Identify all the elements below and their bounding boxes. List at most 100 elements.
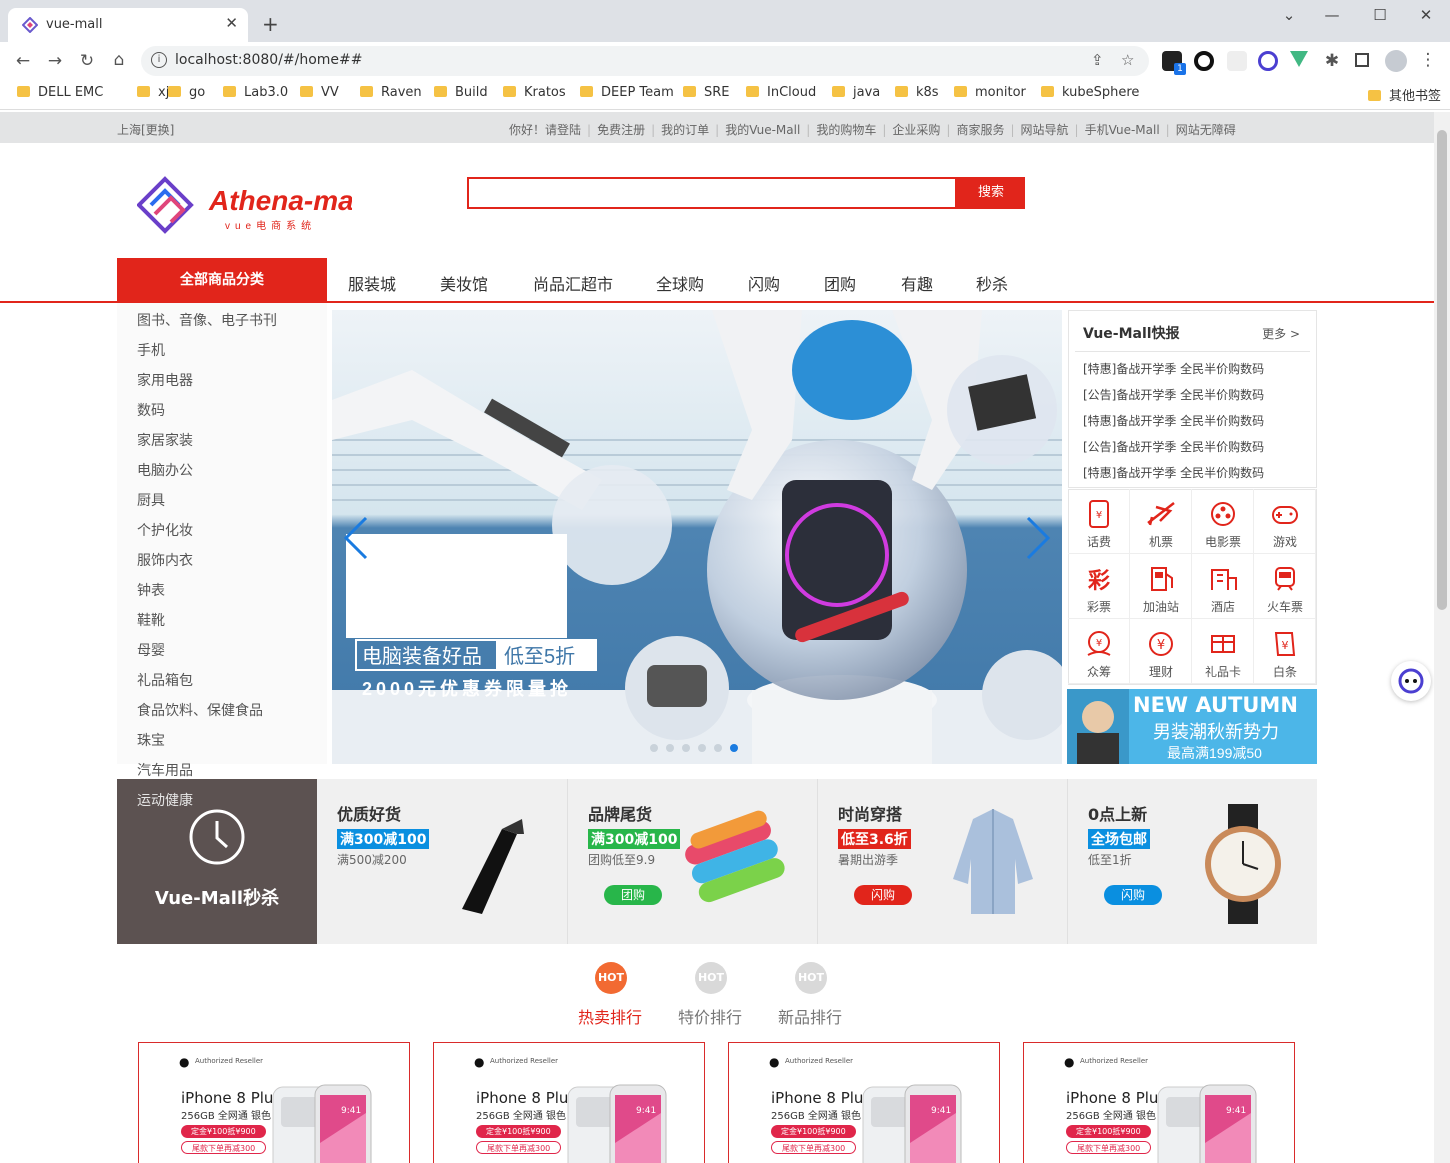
grid-extension-icon[interactable] [1227, 51, 1247, 71]
bookmark-incloud[interactable]: InCloud [746, 85, 816, 100]
reload-icon[interactable]: ↻ [75, 51, 99, 71]
category-item[interactable]: 家居家装 [137, 430, 193, 450]
category-item[interactable]: 汽车用品 [137, 760, 193, 780]
nav-item[interactable]: 秒杀 [976, 271, 1008, 295]
tab-close-icon[interactable]: ✕ [225, 14, 238, 32]
bookmark-java[interactable]: java [832, 85, 880, 100]
city-selector[interactable]: 上海[更换] [117, 121, 174, 138]
nav-item[interactable]: 闪购 [748, 271, 780, 295]
seckill-cell[interactable]: 时尚穿搭 低至3.6折 暑期出游季 闪购 [817, 779, 1067, 944]
topbar-link[interactable]: 我的Vue-Mall [725, 123, 800, 137]
service-train[interactable]: 火车票 [1254, 554, 1316, 619]
address-bar[interactable]: i localhost:8080/#/home## ⇪ ☆ [141, 46, 1149, 76]
nav-item[interactable]: 美妆馆 [440, 271, 488, 295]
puzzle-extensions-icon[interactable]: ✱ [1320, 51, 1344, 71]
bookmark-vv[interactable]: VV [300, 85, 339, 100]
carousel-dot[interactable] [650, 744, 658, 752]
service-finance[interactable]: ¥ 理财 [1130, 619, 1192, 684]
topbar-link[interactable]: 商家服务 [956, 123, 1004, 137]
product-card[interactable]: ● Authorized Reseller iPhone 8 Plus 256GB 全… [1023, 1042, 1295, 1163]
carousel-dot[interactable] [714, 744, 722, 752]
carousel-next-icon[interactable] [1022, 515, 1052, 561]
category-item[interactable]: 个护化妆 [137, 520, 193, 540]
service-credit[interactable]: ¥ 白条 [1254, 619, 1316, 684]
topbar-link[interactable]: 我的购物车 [816, 123, 876, 137]
vue-devtools-icon[interactable] [1290, 51, 1308, 67]
carousel-dot[interactable] [698, 744, 706, 752]
news-item[interactable]: [特惠]备战开学季 全民半价购数码 [1083, 412, 1264, 429]
nav-item[interactable]: 团购 [824, 271, 856, 295]
topbar-link[interactable]: 网站无障碍 [1176, 123, 1236, 137]
seckill-cell[interactable]: 品牌尾货 满300减100 团购低至9.9 团购 [567, 779, 817, 944]
bot-extension-icon[interactable] [1258, 51, 1278, 71]
service-gift-card[interactable]: 礼品卡 [1192, 619, 1254, 684]
search-button[interactable]: 搜索 [957, 177, 1025, 209]
bookmark-k8s[interactable]: k8s [895, 85, 939, 100]
category-item[interactable]: 服饰内衣 [137, 550, 193, 570]
seckill-cell[interactable]: 优质好货 满300减100 满500减200 [317, 779, 567, 944]
nav-item[interactable]: 服装城 [348, 271, 396, 295]
topbar-link[interactable]: 你好！请登陆 [509, 123, 581, 137]
side-panel-icon[interactable] [1355, 53, 1369, 67]
all-categories-button[interactable]: 全部商品分类 [117, 258, 327, 302]
product-card[interactable]: ● Authorized Reseller iPhone 8 Plus 256GB 全… [138, 1042, 410, 1163]
topbar-link[interactable]: 企业采购 [892, 123, 940, 137]
service-crowdfund[interactable]: ¥ 众筹 [1068, 619, 1130, 684]
home-icon[interactable]: ⌂ [107, 50, 131, 70]
category-item[interactable]: 运动健康 [137, 790, 193, 810]
browser-tab[interactable]: vue-mall ✕ [8, 8, 248, 42]
service-lottery[interactable]: 彩彩票 [1068, 554, 1130, 619]
autumn-promo-ad[interactable]: NEW AUTUMN 男装潮秋新势力 最高满199减50 [1067, 689, 1317, 764]
service-hotel[interactable]: 酒店 [1192, 554, 1254, 619]
bookmark-lab3-0[interactable]: Lab3.0 [223, 85, 288, 100]
minimize-icon[interactable]: — [1317, 6, 1347, 24]
service-airplane[interactable]: 机票 [1130, 489, 1192, 554]
share-icon[interactable]: ⇪ [1091, 51, 1104, 69]
product-card[interactable]: ● Authorized Reseller iPhone 8 Plus 256GB 全… [433, 1042, 705, 1163]
topbar-link[interactable]: 手机Vue-Mall [1085, 123, 1160, 137]
topbar-link[interactable]: 免费注册 [597, 123, 645, 137]
service-film-reel[interactable]: 电影票 [1192, 489, 1254, 554]
bookmark-raven[interactable]: Raven [360, 85, 422, 100]
nav-item[interactable]: 尚品汇超市 [533, 271, 613, 295]
category-item[interactable]: 厨具 [137, 490, 165, 510]
window-close-icon[interactable]: ✕ [1411, 6, 1441, 24]
bookmark-sre[interactable]: SRE [683, 85, 730, 100]
nav-item[interactable]: 全球购 [656, 271, 704, 295]
category-item[interactable]: 数码 [137, 400, 165, 420]
back-arrow-icon[interactable]: ← [11, 51, 35, 71]
address-url[interactable]: localhost:8080/#/home## [175, 52, 363, 68]
browser-menu-icon[interactable]: ⋮ [1416, 50, 1440, 70]
site-info-icon[interactable]: i [151, 52, 167, 68]
category-item[interactable]: 图书、音像、电子书刊 [137, 310, 277, 330]
page-scrollbar[interactable] [1434, 112, 1450, 1163]
bookmark-go[interactable]: go [168, 85, 205, 100]
bookmark-dell-emc[interactable]: DELL EMC [17, 85, 103, 100]
topbar-link[interactable]: 我的订单 [661, 123, 709, 137]
bookmark-star-icon[interactable]: ☆ [1121, 51, 1134, 69]
category-item[interactable]: 珠宝 [137, 730, 165, 750]
category-item[interactable]: 电脑办公 [137, 460, 193, 480]
service-gamepad[interactable]: 游戏 [1254, 489, 1316, 554]
service-gas-station[interactable]: 加油站 [1130, 554, 1192, 619]
carousel-dot[interactable] [730, 744, 738, 752]
seckill-cell[interactable]: 0点上新 全场包邮 低至1折 闪购 [1067, 779, 1317, 944]
banner-carousel[interactable]: 电脑装备好品 低至5折 2000元优惠券限量抢 [332, 310, 1062, 764]
category-item[interactable]: 食品饮料、保健食品 [137, 700, 263, 720]
nav-item[interactable]: 有趣 [901, 271, 933, 295]
seckill-cell-button[interactable]: 闪购 [1104, 885, 1162, 905]
category-item[interactable]: 手机 [137, 340, 165, 360]
bookmark-build[interactable]: Build [434, 85, 488, 100]
bookmark-deep-team[interactable]: DEEP Team [580, 85, 674, 100]
carousel-dot[interactable] [666, 744, 674, 752]
seckill-cell-button[interactable]: 闪购 [854, 885, 912, 905]
bookmark-kratos[interactable]: Kratos [503, 85, 566, 100]
forward-arrow-icon[interactable]: → [43, 51, 67, 71]
new-tab-button[interactable]: + [262, 12, 279, 36]
category-item[interactable]: 礼品箱包 [137, 670, 193, 690]
news-item[interactable]: [特惠]备战开学季 全民半价购数码 [1083, 464, 1264, 481]
profile-avatar[interactable] [1385, 50, 1407, 72]
category-item[interactable]: 鞋靴 [137, 610, 165, 630]
bookmark-kubesphere[interactable]: kubeSphere [1041, 85, 1139, 100]
category-item[interactable]: 母婴 [137, 640, 165, 660]
